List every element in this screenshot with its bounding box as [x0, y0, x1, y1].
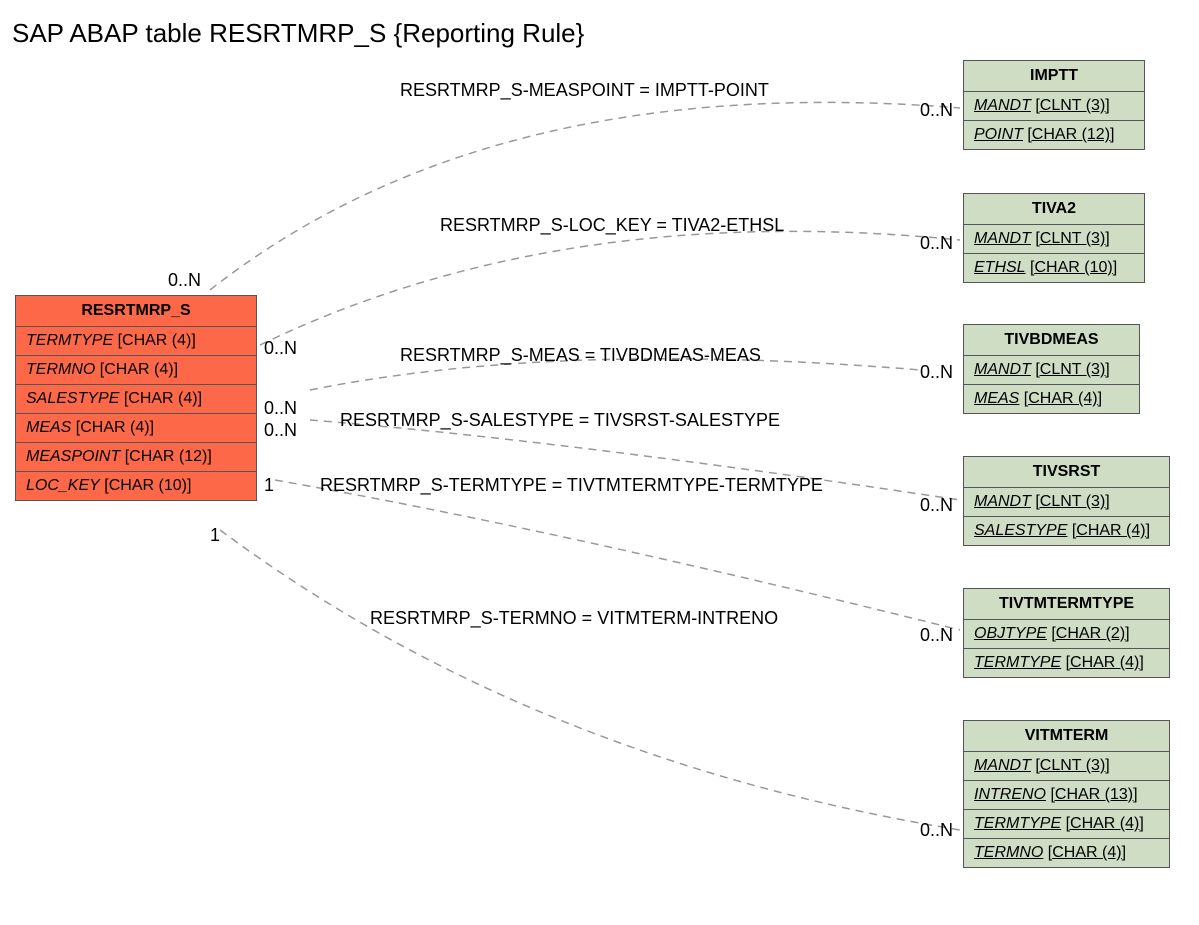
entity-header: TIVTMTERMTYPE: [964, 589, 1169, 620]
relation-label: RESRTMRP_S-TERMNO = VITMTERM-INTRENO: [370, 608, 778, 629]
entity-resrtmrp-s: RESRTMRP_S TERMTYPE [CHAR (4)] TERMNO [C…: [15, 295, 257, 501]
cardinality: 0..N: [264, 420, 297, 441]
entity-header: RESRTMRP_S: [16, 296, 256, 327]
entity-tivtmtermtype: TIVTMTERMTYPE OBJTYPE [CHAR (2)] TERMTYP…: [963, 588, 1170, 678]
field-row: MANDT [CLNT (3)]: [964, 92, 1144, 121]
cardinality: 0..N: [264, 338, 297, 359]
field-row: MANDT [CLNT (3)]: [964, 752, 1169, 781]
relation-label: RESRTMRP_S-SALESTYPE = TIVSRST-SALESTYPE: [340, 410, 780, 431]
field-row: MANDT [CLNT (3)]: [964, 356, 1139, 385]
field-row: SALESTYPE [CHAR (4)]: [16, 385, 256, 414]
field-row: SALESTYPE [CHAR (4)]: [964, 517, 1169, 545]
field-row: OBJTYPE [CHAR (2)]: [964, 620, 1169, 649]
entity-tivsrst: TIVSRST MANDT [CLNT (3)] SALESTYPE [CHAR…: [963, 456, 1170, 546]
field-row: MANDT [CLNT (3)]: [964, 488, 1169, 517]
cardinality: 1: [264, 475, 274, 496]
entity-header: IMPTT: [964, 61, 1144, 92]
entity-header: TIVBDMEAS: [964, 325, 1139, 356]
entity-header: TIVA2: [964, 194, 1144, 225]
entity-tiva2: TIVA2 MANDT [CLNT (3)] ETHSL [CHAR (10)]: [963, 193, 1145, 283]
cardinality: 0..N: [920, 625, 953, 646]
field-row: MEASPOINT [CHAR (12)]: [16, 443, 256, 472]
field-row: TERMTYPE [CHAR (4)]: [964, 649, 1169, 677]
cardinality: 0..N: [920, 100, 953, 121]
field-row: POINT [CHAR (12)]: [964, 121, 1144, 149]
entity-header: TIVSRST: [964, 457, 1169, 488]
cardinality: 0..N: [920, 495, 953, 516]
field-row: ETHSL [CHAR (10)]: [964, 254, 1144, 282]
cardinality: 0..N: [920, 233, 953, 254]
field-row: INTRENO [CHAR (13)]: [964, 781, 1169, 810]
field-row: LOC_KEY [CHAR (10)]: [16, 472, 256, 500]
relation-label: RESRTMRP_S-MEASPOINT = IMPTT-POINT: [400, 80, 769, 101]
relation-label: RESRTMRP_S-TERMTYPE = TIVTMTERMTYPE-TERM…: [320, 475, 823, 496]
cardinality: 0..N: [920, 820, 953, 841]
field-row: TERMTYPE [CHAR (4)]: [964, 810, 1169, 839]
cardinality: 0..N: [168, 270, 201, 291]
cardinality: 0..N: [920, 362, 953, 383]
cardinality: 0..N: [264, 398, 297, 419]
diagram-title: SAP ABAP table RESRTMRP_S {Reporting Rul…: [12, 18, 584, 49]
field-row: MANDT [CLNT (3)]: [964, 225, 1144, 254]
field-row: MEAS [CHAR (4)]: [964, 385, 1139, 413]
cardinality: 1: [210, 525, 220, 546]
field-row: MEAS [CHAR (4)]: [16, 414, 256, 443]
entity-header: VITMTERM: [964, 721, 1169, 752]
entity-tivbdmeas: TIVBDMEAS MANDT [CLNT (3)] MEAS [CHAR (4…: [963, 324, 1140, 414]
entity-vitmterm: VITMTERM MANDT [CLNT (3)] INTRENO [CHAR …: [963, 720, 1170, 868]
relation-label: RESRTMRP_S-MEAS = TIVBDMEAS-MEAS: [400, 345, 761, 366]
field-row: TERMTYPE [CHAR (4)]: [16, 327, 256, 356]
field-row: TERMNO [CHAR (4)]: [964, 839, 1169, 867]
field-row: TERMNO [CHAR (4)]: [16, 356, 256, 385]
relation-label: RESRTMRP_S-LOC_KEY = TIVA2-ETHSL: [440, 215, 784, 236]
entity-imptt: IMPTT MANDT [CLNT (3)] POINT [CHAR (12)]: [963, 60, 1145, 150]
